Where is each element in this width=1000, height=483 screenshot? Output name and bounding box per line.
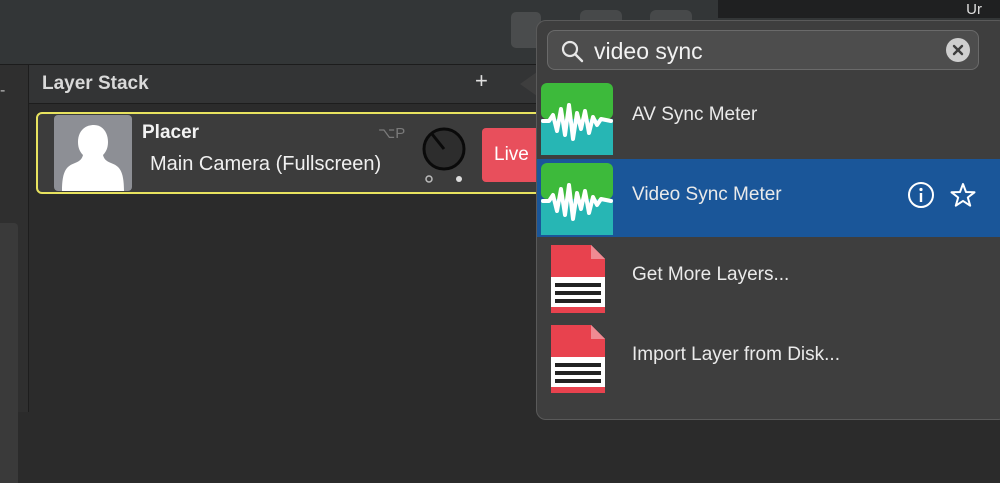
clear-search-icon[interactable]: [946, 38, 970, 62]
person-silhouette-icon: [54, 115, 132, 191]
title-fragment: Ur: [966, 1, 982, 18]
search-field[interactable]: [547, 30, 979, 70]
document-icon: [551, 325, 605, 393]
layer-name: Placer: [142, 122, 200, 143]
left-panel-marker: -: [0, 82, 6, 99]
layer-stack-header: Layer Stack +: [29, 65, 549, 104]
result-label: AV Sync Meter: [632, 104, 758, 125]
popover-arrow: [520, 72, 537, 96]
result-label: Import Layer from Disk...: [632, 344, 840, 365]
search-icon: [561, 40, 584, 63]
left-panel-content: [0, 223, 18, 483]
star-icon[interactable]: [949, 181, 977, 209]
search-input[interactable]: [592, 35, 936, 67]
info-icon[interactable]: [907, 181, 935, 209]
waveform-icon: [541, 163, 613, 235]
add-layer-button[interactable]: +: [475, 68, 488, 94]
result-label: Get More Layers...: [632, 264, 790, 285]
title-strip: Ur: [718, 0, 1000, 18]
document-icon: [551, 245, 605, 313]
opacity-knob[interactable]: [420, 127, 468, 183]
layer-shortcut: ⌥P: [378, 125, 406, 142]
layer-card[interactable]: Placer ⌥P Main Camera (Fullscreen) Live: [36, 112, 576, 194]
result-item-get-more-layers[interactable]: Get More Layers...: [537, 239, 1000, 317]
result-item-av-sync-meter[interactable]: AV Sync Meter: [537, 79, 1000, 157]
layer-stack-title: Layer Stack: [42, 73, 149, 94]
add-layer-popover: AV Sync Meter Video Sync Meter Get: [536, 20, 1000, 420]
layer-source: Main Camera (Fullscreen): [150, 153, 382, 175]
waveform-icon: [541, 83, 613, 155]
result-item-video-sync-meter[interactable]: Video Sync Meter: [537, 159, 1000, 237]
left-panel: -: [0, 65, 29, 483]
result-item-import-layer[interactable]: Import Layer from Disk...: [537, 319, 1000, 397]
result-label: Video Sync Meter: [632, 184, 782, 205]
